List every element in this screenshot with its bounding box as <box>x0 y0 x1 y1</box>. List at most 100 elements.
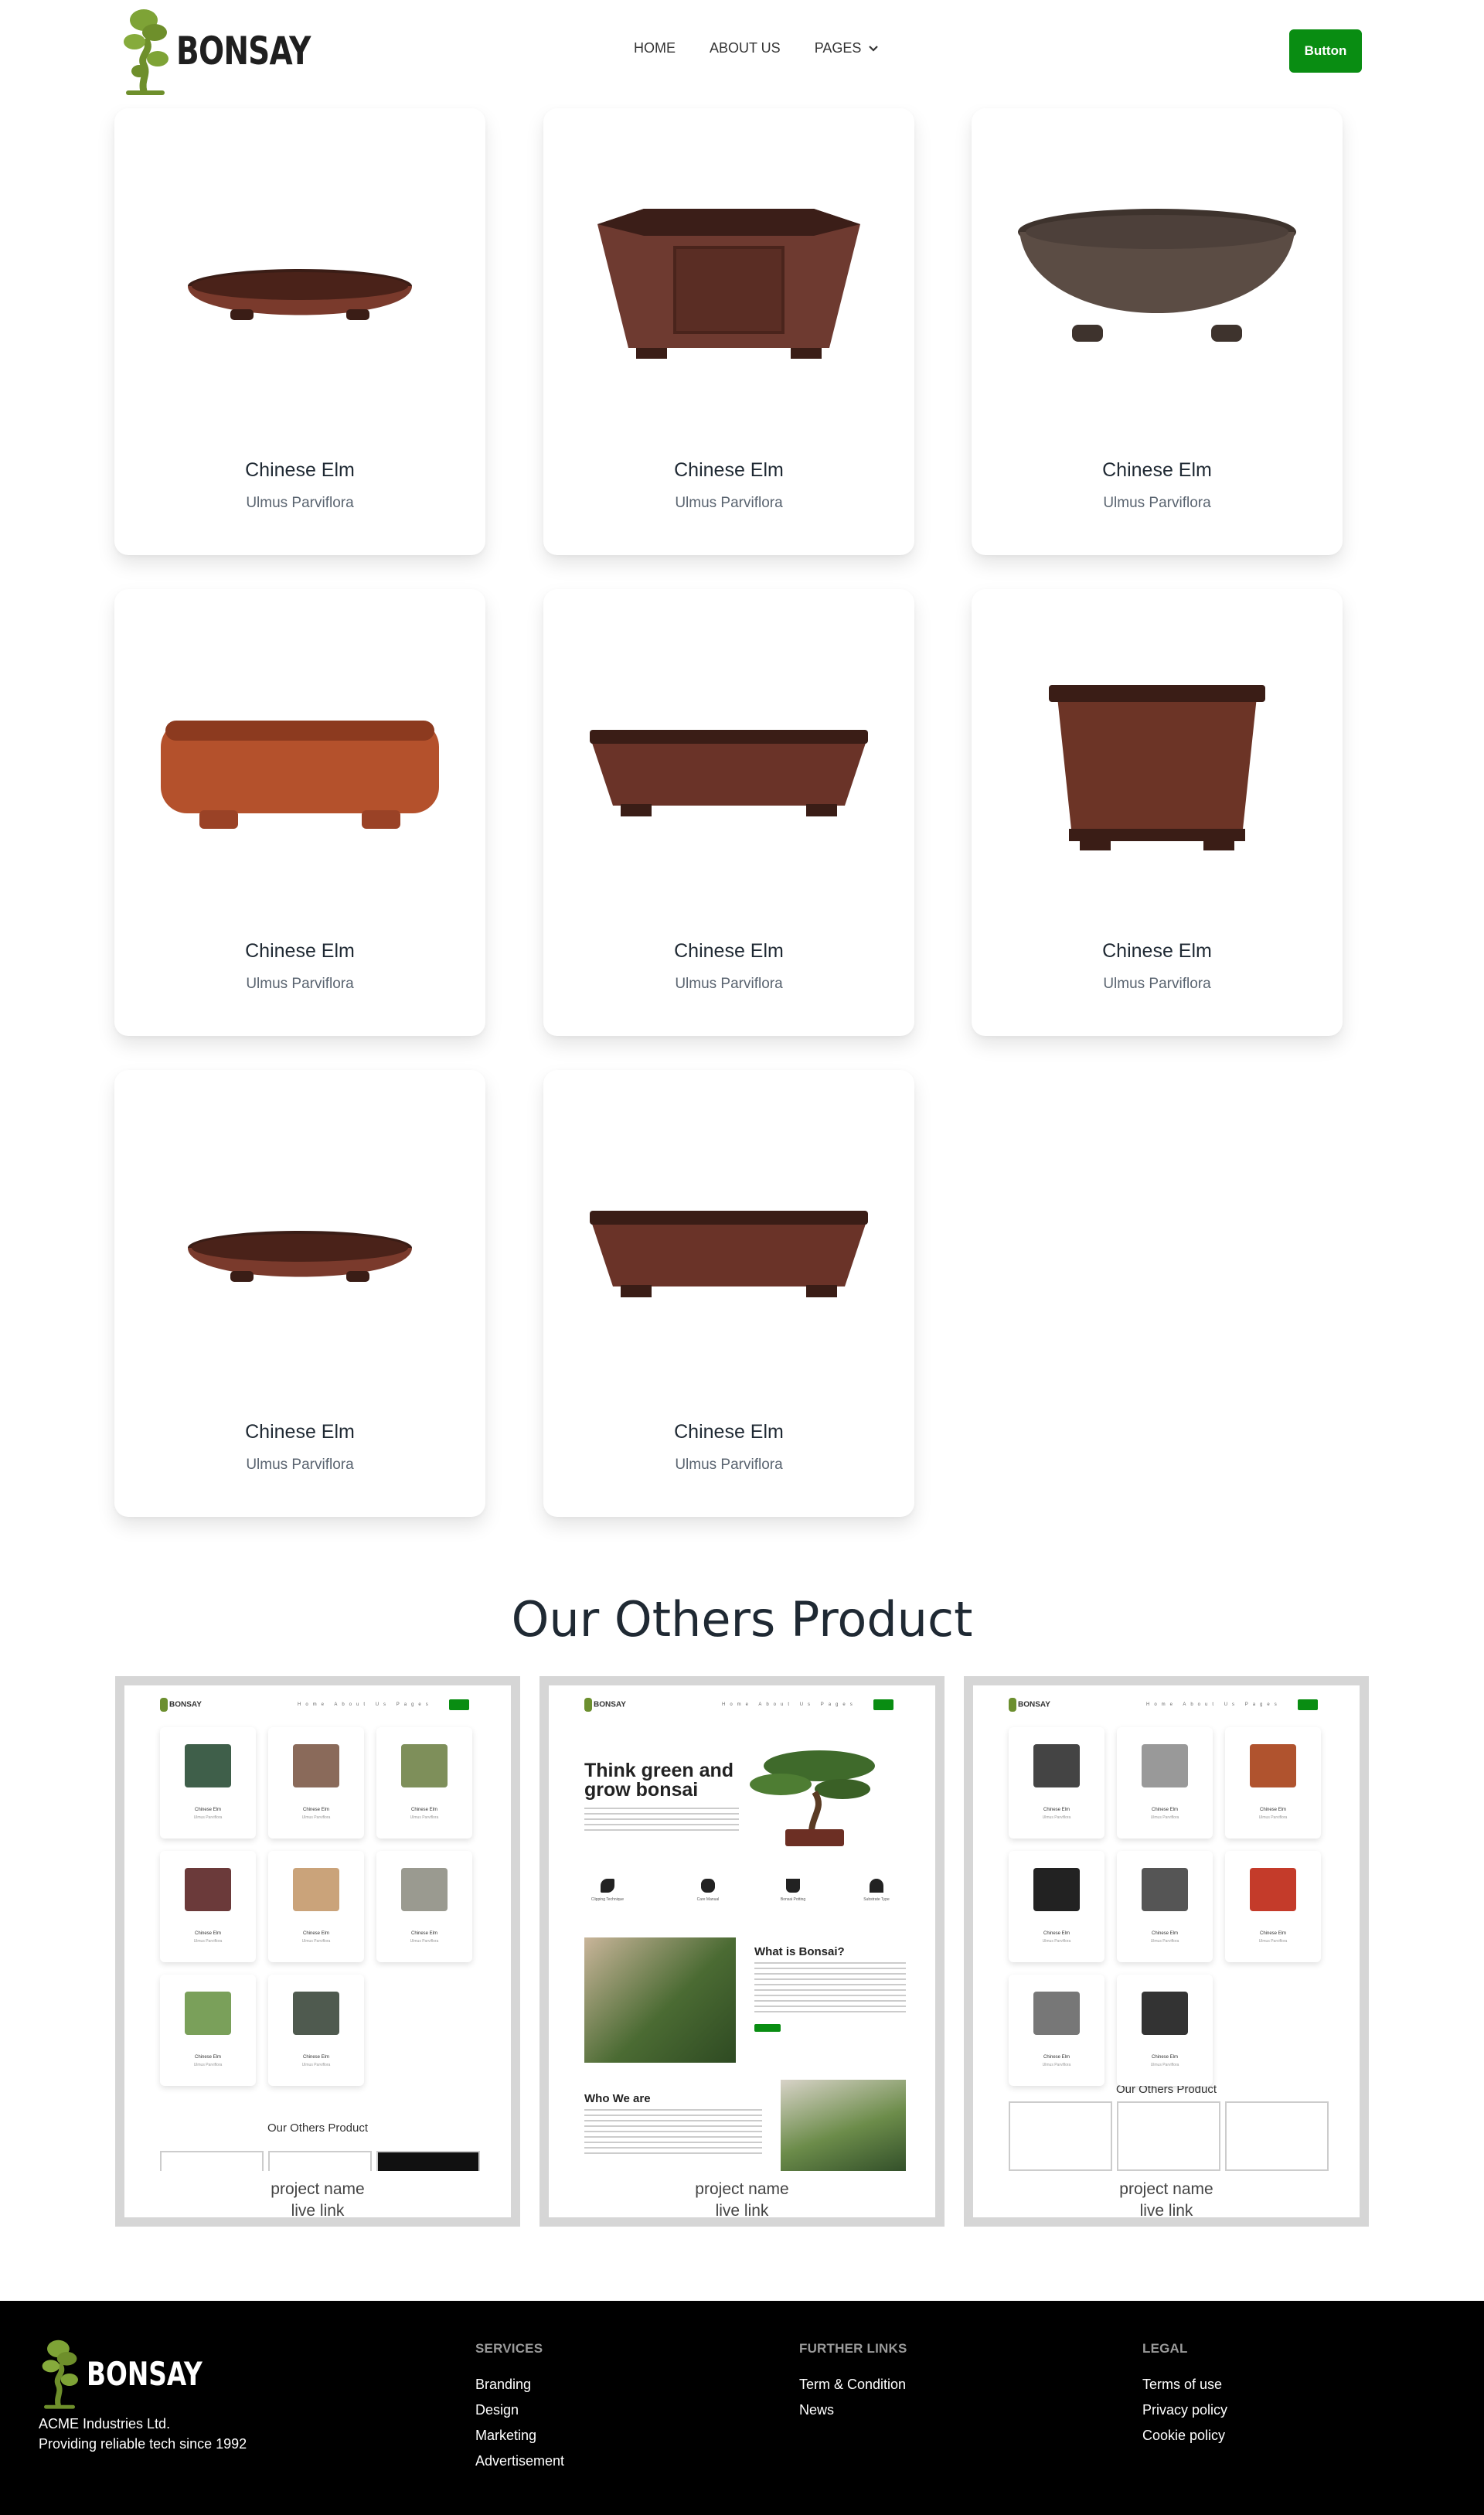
footer-link-news[interactable]: News <box>799 2402 907 2418</box>
product-image <box>114 155 485 417</box>
mini-product-image <box>293 1992 339 2035</box>
mini-strip <box>1009 2101 1112 2171</box>
bonsai-pot-image <box>188 269 412 320</box>
product-image <box>972 155 1343 417</box>
footer-link-marketing[interactable]: Marketing <box>475 2428 564 2444</box>
mini-nav: Home About Us Pages <box>722 1702 857 1707</box>
project-preview: BONSAY Home About Us Pages Our Others Pr… <box>981 1692 1352 2171</box>
footer-link-cookie[interactable]: Cookie policy <box>1142 2428 1227 2444</box>
product-scientific-name: Ulmus Parviflora <box>1103 976 1211 992</box>
mini-header: BONSAY Home About Us Pages <box>132 1692 503 1716</box>
mini-product-card: Chinese Elm Ulmus Parviflora <box>1009 1727 1104 1839</box>
product-card[interactable]: Chinese Elm Ulmus Parviflora <box>114 108 485 555</box>
mini-product-card: Chinese Elm Ulmus Parviflora <box>1117 1851 1213 1962</box>
footer-col-title: LEGAL <box>1142 2341 1188 2356</box>
product-card[interactable]: Chinese Elm Ulmus Parviflora <box>972 108 1343 555</box>
project-live-link[interactable]: live link <box>124 2202 511 2220</box>
project-preview: BONSAY Home About Us Pages Our Others Pr… <box>132 1692 503 2171</box>
footer-company: ACME Industries Ltd. Providing reliable … <box>39 2414 247 2454</box>
mini-product-name: Chinese Elm <box>1043 1808 1070 1812</box>
mini-product-sub: Ulmus Parviflora <box>1042 1815 1071 1820</box>
product-name: Chinese Elm <box>245 940 355 962</box>
product-name: Chinese Elm <box>245 459 355 481</box>
mini-brand: BONSAY <box>169 1700 202 1709</box>
footer-col-services: SERVICES Branding Design Marketing Adver… <box>475 2341 564 2479</box>
mini-product-name: Chinese Elm <box>1043 1931 1070 1936</box>
mini-icon-4: Substrate Type <box>853 1879 900 1902</box>
product-card[interactable]: Chinese Elm Ulmus Parviflora <box>543 108 914 555</box>
footer-link-design[interactable]: Design <box>475 2402 564 2418</box>
project-card-2[interactable]: BONSAY Home About Us Pages Think green a… <box>539 1676 945 2227</box>
product-name: Chinese Elm <box>674 1421 784 1443</box>
mini-icon-label: Clipping Technique <box>591 1897 625 1902</box>
header-cta-button[interactable]: Button <box>1289 29 1362 73</box>
footer-col-further-links: FURTHER LINKS Term & Condition News <box>799 2341 907 2428</box>
mini-product-sub: Ulmus Parviflora <box>193 1939 223 1944</box>
nav-home[interactable]: HOME <box>634 40 676 56</box>
mini-product-card: Chinese Elm Ulmus Parviflora <box>160 1851 256 1962</box>
mini-strip <box>1225 2101 1329 2171</box>
mini-brand: BONSAY <box>1018 1700 1050 1709</box>
mini-product-sub: Ulmus Parviflora <box>1042 1939 1071 1944</box>
mini-product-image <box>1142 1744 1188 1787</box>
mini-product-name: Chinese Elm <box>194 1931 221 1936</box>
others-title: Our Others Product <box>511 1591 973 1648</box>
mini-tree-icon <box>584 1698 592 1712</box>
mini-icon-label: Substrate Type <box>863 1897 890 1902</box>
project-live-link[interactable]: live link <box>549 2202 935 2220</box>
product-card[interactable]: Chinese Elm Ulmus Parviflora <box>543 589 914 1036</box>
mini-learn-button <box>754 2024 781 2032</box>
project-live-link[interactable]: live link <box>973 2202 1360 2220</box>
nav-about-us[interactable]: ABOUT US <box>710 40 781 56</box>
footer-link-advertisement[interactable]: Advertisement <box>475 2453 564 2469</box>
product-name: Chinese Elm <box>1102 459 1212 481</box>
brand-name: BONSAY <box>176 29 311 73</box>
footer-link-privacy[interactable]: Privacy policy <box>1142 2402 1227 2418</box>
project-card-3[interactable]: BONSAY Home About Us Pages Our Others Pr… <box>964 1676 1369 2227</box>
mini-button <box>873 1699 893 1710</box>
mini-product-sub: Ulmus Parviflora <box>1258 1815 1288 1820</box>
mini-product-card: Chinese Elm Ulmus Parviflora <box>1009 1851 1104 1962</box>
nav-pages[interactable]: PAGES <box>815 40 880 56</box>
mini-tree-icon <box>160 1698 168 1712</box>
product-image <box>114 636 485 898</box>
mini-what-text <box>754 1962 906 2016</box>
mini-product-sub: Ulmus Parviflora <box>1258 1939 1288 1944</box>
footer-col-title: SERVICES <box>475 2341 543 2356</box>
product-image <box>543 636 914 898</box>
mini-product-card: Chinese Elm Ulmus Parviflora <box>268 1975 364 2086</box>
brand-logo[interactable]: BONSAY <box>121 5 349 97</box>
soil-icon <box>870 1879 883 1893</box>
footer-brand-name: BONSAY <box>87 2354 203 2393</box>
footer-logo[interactable]: BONSAY <box>37 2336 235 2411</box>
mini-strip <box>376 2151 480 2171</box>
footer-link-branding[interactable]: Branding <box>475 2377 564 2393</box>
mini-logo: BONSAY <box>1009 1698 1050 1712</box>
product-card[interactable]: Chinese Elm Ulmus Parviflora <box>543 1070 914 1517</box>
footer-link-terms-of-use[interactable]: Terms of use <box>1142 2377 1227 2393</box>
project-card-1[interactable]: BONSAY Home About Us Pages Our Others Pr… <box>115 1676 520 2227</box>
mini-header: BONSAY Home About Us Pages <box>981 1692 1352 1716</box>
mini-logo: BONSAY <box>160 1698 202 1712</box>
mini-product-card: Chinese Elm Ulmus Parviflora <box>1117 1975 1213 2086</box>
product-card[interactable]: Chinese Elm Ulmus Parviflora <box>114 1070 485 1517</box>
mini-product-sub: Ulmus Parviflora <box>301 1815 331 1820</box>
bonsai-pot-image <box>1049 685 1265 850</box>
mini-product-name: Chinese Elm <box>1259 1808 1286 1812</box>
footer-link-terms[interactable]: Term & Condition <box>799 2377 907 2393</box>
mini-product-sub: Ulmus Parviflora <box>410 1939 439 1944</box>
product-name: Chinese Elm <box>245 1421 355 1443</box>
mini-product-sub: Ulmus Parviflora <box>1150 1939 1179 1944</box>
footer-company-tagline: Providing reliable tech since 1992 <box>39 2436 247 2452</box>
mini-strip <box>160 2151 264 2171</box>
mini-product-image <box>1142 1868 1188 1911</box>
product-card[interactable]: Chinese Elm Ulmus Parviflora <box>972 589 1343 1036</box>
bonsai-tree-icon <box>124 9 168 95</box>
mini-product-card: Chinese Elm Ulmus Parviflora <box>1117 1727 1213 1839</box>
product-card[interactable]: Chinese Elm Ulmus Parviflora <box>114 589 485 1036</box>
mini-product-name: Chinese Elm <box>302 1931 329 1936</box>
hand-icon <box>701 1879 715 1893</box>
mini-button <box>1298 1699 1318 1710</box>
mini-product-name: Chinese Elm <box>1259 1931 1286 1936</box>
mini-product-image <box>401 1868 448 1911</box>
